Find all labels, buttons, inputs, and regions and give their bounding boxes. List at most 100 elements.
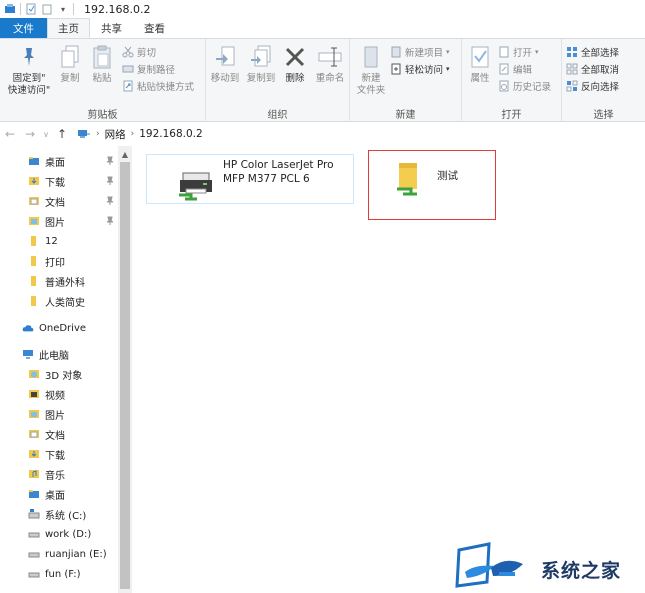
nav-item-this-pc[interactable]: 此电脑 (22, 344, 69, 364)
nav-item-pictures-pc[interactable]: 图片 (28, 404, 65, 424)
nav-item-drive-d[interactable]: work (D:) (28, 524, 91, 544)
copy-path-icon (122, 63, 134, 75)
rename-button[interactable]: 重命名 (312, 43, 348, 85)
tab-home[interactable]: 主页 (47, 18, 90, 38)
nav-item-pictures[interactable]: 图片 (28, 211, 65, 231)
paste-button[interactable]: 粘贴 (88, 43, 116, 85)
open-label: 打开 (513, 48, 533, 59)
nav-item-3d-objects[interactable]: 3D 对象 (28, 364, 82, 384)
download-folder-icon (28, 448, 40, 460)
folder-icon (28, 255, 40, 267)
nav-item-onedrive[interactable]: OneDrive (22, 318, 86, 338)
nav-item-label: fun (F:) (45, 568, 81, 580)
nav-item-label: 12 (45, 235, 58, 247)
chevron-down-icon: ▾ (446, 65, 450, 73)
properties-button[interactable]: 属性 (466, 43, 494, 85)
nav-item-folder-12[interactable]: 12 (28, 231, 58, 251)
invert-selection-button[interactable]: 反向选择 (566, 79, 619, 93)
scroll-thumb[interactable] (120, 162, 130, 589)
pin-icon[interactable] (105, 175, 115, 187)
pin-label-2: 快速访问" (7, 85, 51, 96)
nav-item-downloads-pc[interactable]: 下载 (28, 444, 65, 464)
nav-item-label: 图片 (45, 410, 65, 422)
move-to-button[interactable]: 移动到 (208, 43, 242, 85)
shared-folder-tile[interactable]: 测试 (368, 150, 496, 220)
new-folder-icon (358, 43, 384, 71)
nav-item-documents-pc[interactable]: 文档 (28, 424, 65, 444)
ribbon-group-select: 全部选择 全部取消 反向选择 选择 (562, 39, 645, 123)
copy-to-button[interactable]: 复制到 (244, 43, 278, 85)
copy-label: 复制 (60, 73, 80, 84)
edit-label: 编辑 (513, 65, 533, 76)
paste-shortcut-button[interactable]: 粘贴快捷方式 (122, 79, 194, 93)
explorer-icon[interactable] (4, 3, 16, 15)
cut-button[interactable]: 剪切 (122, 45, 156, 59)
nav-scrollbar[interactable]: ▲ (118, 146, 132, 593)
recent-chevron-icon[interactable]: ∨ (40, 124, 52, 144)
3d-objects-icon (28, 368, 40, 380)
tab-file[interactable]: 文件 (0, 18, 47, 38)
new-item-icon (390, 46, 402, 58)
pin-icon[interactable] (105, 195, 115, 207)
new-folder-button[interactable]: 新建 文件夹 (354, 43, 388, 97)
nav-item-label: 视频 (45, 390, 65, 402)
ribbon-tabs: 文件 主页 共享 查看 (0, 18, 645, 38)
edit-button[interactable]: 编辑 (498, 62, 532, 76)
nav-item-drive-c[interactable]: 系统 (C:) (28, 504, 86, 524)
easy-access-button[interactable]: 轻松访问 ▾ (390, 62, 450, 76)
customize-dropdown-icon[interactable]: ▾ (57, 3, 69, 15)
nav-item-music[interactable]: 音乐 (28, 464, 65, 484)
select-none-button[interactable]: 全部取消 (566, 62, 619, 76)
open-button[interactable]: 打开 ▾ (498, 45, 539, 59)
history-label: 历史记录 (513, 82, 552, 93)
forward-arrow-icon[interactable]: → (20, 124, 40, 144)
folder-icon (28, 295, 40, 307)
new-folder-label-1: 新建 (361, 73, 381, 84)
pin-icon[interactable] (105, 155, 115, 167)
tab-share[interactable]: 共享 (90, 18, 133, 38)
copy-path-button[interactable]: 复制路径 (122, 62, 175, 76)
music-folder-icon (28, 468, 40, 480)
scroll-up-arrow-icon[interactable]: ▲ (118, 148, 132, 160)
nav-item-downloads[interactable]: 下载 (28, 171, 65, 191)
ribbon-group-organize: 移动到 复制到 删除 重命名 组织 (206, 39, 350, 123)
cut-label: 剪切 (137, 48, 157, 59)
documents-folder-icon (28, 428, 40, 440)
open-group-label: 打开 (501, 110, 522, 121)
scissors-icon (122, 46, 134, 58)
address-input[interactable]: › 网络 › 192.168.0.2 (76, 124, 639, 144)
back-arrow-icon[interactable]: ← (0, 124, 20, 144)
nav-item-videos[interactable]: 视频 (28, 384, 65, 404)
new-item-button[interactable]: 新建项目 ▾ (390, 45, 450, 59)
nav-item-documents[interactable]: 文档 (28, 191, 65, 211)
nav-item-print[interactable]: 打印 (28, 251, 65, 271)
nav-item-general-surgery[interactable]: 普通外科 (28, 271, 85, 291)
nav-item-desktop[interactable]: 桌面 (28, 151, 65, 171)
nav-item-sapiens[interactable]: 人类简史 (28, 291, 85, 311)
pictures-folder-icon (28, 215, 40, 227)
select-all-button[interactable]: 全部选择 (566, 45, 619, 59)
printer-name-line1: HP Color LaserJet Pro (223, 159, 334, 171)
new-folder-quick-icon[interactable] (41, 3, 53, 15)
tab-view[interactable]: 查看 (133, 18, 176, 38)
pictures-folder-icon (28, 408, 40, 420)
nav-item-drive-e[interactable]: ruanjian (E:) (28, 544, 107, 564)
nav-item-drive-f[interactable]: fun (F:) (28, 564, 81, 584)
nav-item-desktop-pc[interactable]: 桌面 (28, 484, 65, 504)
properties-quick-icon[interactable] (25, 3, 37, 15)
copy-button[interactable]: 复制 (56, 43, 84, 85)
pin-quick-access-button[interactable]: 固定到" 快速访问" (6, 43, 52, 97)
select-all-label: 全部选择 (581, 48, 620, 59)
breadcrumb-host[interactable]: 192.168.0.2 (139, 128, 202, 140)
title-bar: ▾ 192.168.0.2 (0, 0, 645, 18)
delete-button[interactable]: 删除 (282, 43, 308, 85)
file-list-area: HP Color LaserJet Pro MFP M377 PCL 6 测试 (132, 146, 645, 593)
drive-icon (28, 548, 40, 560)
clipboard-group-label: 剪贴板 (87, 110, 118, 121)
up-arrow-icon[interactable]: ↑ (52, 124, 72, 144)
history-button[interactable]: 历史记录 (498, 79, 551, 93)
pin-icon[interactable] (105, 215, 115, 227)
printer-tile[interactable]: HP Color LaserJet Pro MFP M377 PCL 6 (146, 154, 354, 204)
nav-item-label: 3D 对象 (45, 370, 83, 382)
breadcrumb-network[interactable]: 网络 (105, 127, 126, 142)
